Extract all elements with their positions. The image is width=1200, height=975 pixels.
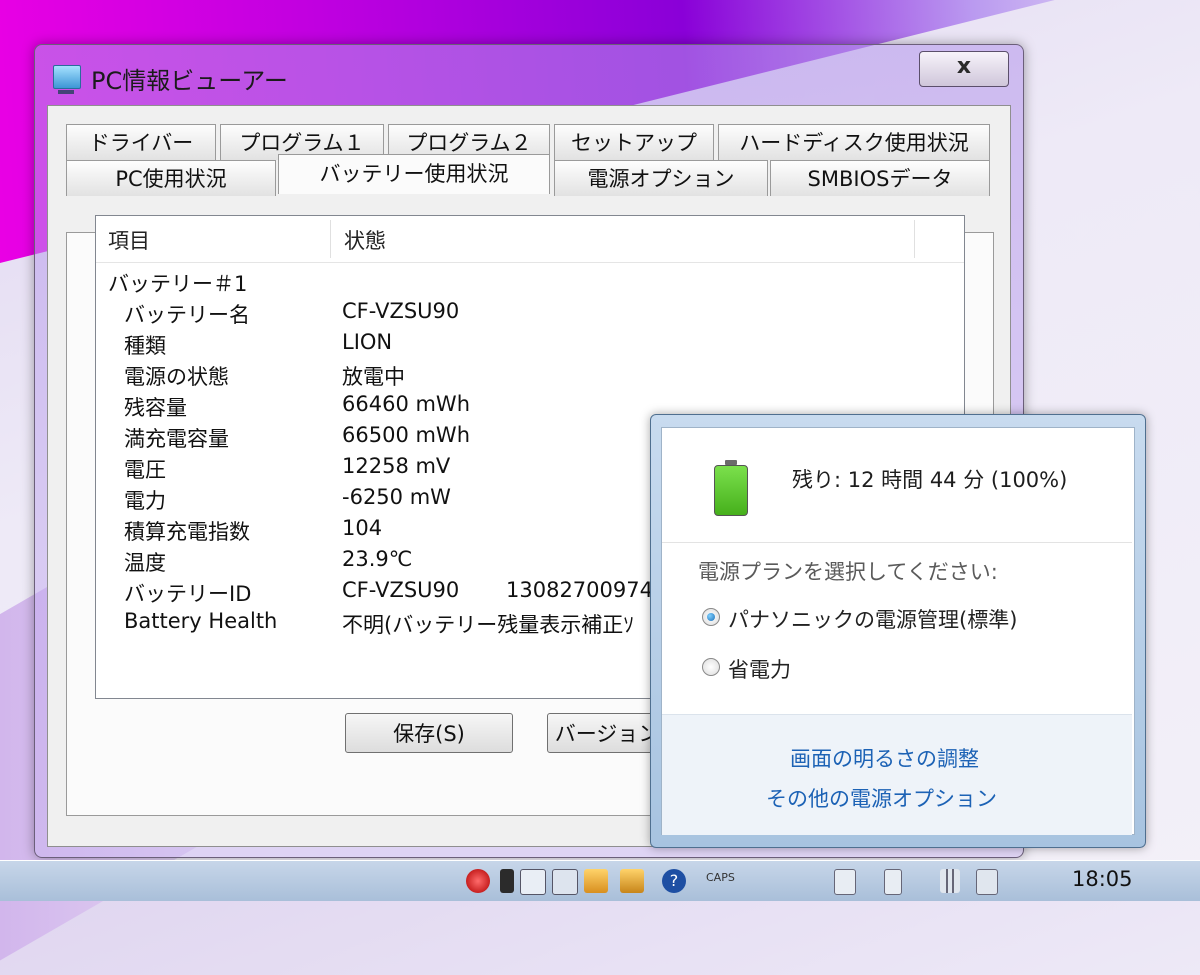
power-flyout: 残り: 12 時間 44 分 (100%) 電源プランを選択してください: パナ…: [650, 414, 1146, 848]
list-item[interactable]: 電源の状態 放電中: [96, 361, 956, 392]
radio-button-icon[interactable]: [702, 658, 720, 676]
flag-icon[interactable]: [500, 869, 514, 893]
title-bar[interactable]: PC情報ビューアー x: [35, 45, 1023, 105]
item-value: 66460 mWh: [342, 392, 471, 416]
tab-setup[interactable]: セットアップ: [554, 124, 714, 160]
folder-icon[interactable]: [620, 869, 644, 893]
item-value: 放電中: [342, 365, 405, 389]
save-button[interactable]: 保存(S): [345, 713, 513, 753]
item-key: 種類: [124, 334, 166, 358]
taskbar: ? CAPS 18:05: [0, 860, 1200, 901]
item-key: 電圧: [124, 458, 166, 482]
radio-button-icon[interactable]: [702, 608, 720, 626]
volume-icon[interactable]: [976, 869, 998, 895]
item-key: 満充電容量: [124, 427, 229, 451]
item-key: 残容量: [124, 396, 187, 420]
flag-tray-icon[interactable]: [834, 869, 856, 895]
window-title: PC情報ビューアー: [91, 67, 288, 95]
tab-battery-usage[interactable]: バッテリー使用状況: [278, 154, 550, 194]
item-key: 電源の状態: [124, 365, 229, 389]
alert-icon[interactable]: [466, 869, 490, 893]
network-icon[interactable]: [940, 869, 960, 893]
battery-remaining-text: 残り: 12 時間 44 分 (100%): [792, 468, 1068, 492]
tab-pc-usage[interactable]: PC使用状況: [66, 160, 276, 196]
item-key: バッテリーID: [124, 582, 252, 606]
tab-drivers[interactable]: ドライバー: [66, 124, 216, 160]
list-header: 項目 状態: [96, 216, 964, 263]
item-key: 積算充電指数: [124, 520, 250, 544]
column-separator[interactable]: [914, 220, 915, 258]
item-key: Battery Health: [124, 609, 278, 633]
taskbar-clock[interactable]: 18:05: [1072, 867, 1133, 891]
version-button[interactable]: バージョン: [547, 713, 667, 753]
tab-power-options[interactable]: 電源オプション: [554, 160, 768, 196]
list-item[interactable]: 種類 LION: [96, 330, 956, 361]
plan-label[interactable]: パナソニックの電源管理(標準): [728, 604, 1017, 634]
item-value: 12258 mV: [342, 454, 451, 478]
battery-fill: [714, 465, 748, 516]
list-item[interactable]: バッテリー名 CF-VZSU90: [96, 299, 956, 330]
keyboard-icon[interactable]: [552, 869, 578, 895]
tab-harddisk-usage[interactable]: ハードディスク使用状況: [718, 124, 990, 160]
app-icon: [53, 65, 81, 94]
item-value: 23.9℃: [342, 547, 413, 571]
item-key: 温度: [124, 551, 166, 575]
item-value: 104: [342, 516, 383, 540]
question-icon[interactable]: ?: [662, 869, 686, 893]
plan-label[interactable]: 省電力: [728, 654, 791, 684]
item-key: 電力: [124, 489, 166, 513]
power-flyout-body: 残り: 12 時間 44 分 (100%) 電源プランを選択してください: パナ…: [661, 427, 1135, 835]
tools-icon[interactable]: [584, 869, 608, 893]
column-separator[interactable]: [330, 220, 331, 258]
battery-icon: [714, 460, 748, 516]
column-header-status[interactable]: 状態: [332, 216, 912, 262]
item-value-extra: 13082700974: [506, 578, 653, 602]
divider: [662, 542, 1132, 543]
battery-tray-icon[interactable]: [884, 869, 902, 895]
item-value: -6250 mW: [342, 485, 451, 509]
link-adjust-brightness[interactable]: 画面の明るさの調整: [790, 743, 979, 773]
item-value: 不明(バッテリー残量表示補正ｿ: [342, 613, 634, 637]
item-value: CF-VZSU90: [342, 578, 460, 602]
item-value: LION: [342, 330, 393, 354]
caps-indicator: CAPS: [706, 871, 735, 884]
flyout-footer: 画面の明るさの調整 その他の電源オプション: [662, 714, 1132, 835]
tab-smbios-data[interactable]: SMBIOSデータ: [770, 160, 990, 196]
column-header-item[interactable]: 項目: [96, 216, 330, 262]
link-more-power-options[interactable]: その他の電源オプション: [766, 783, 997, 813]
input-method-icon[interactable]: [520, 869, 546, 895]
close-button[interactable]: x: [919, 51, 1009, 87]
item-value: 66500 mWh: [342, 423, 471, 447]
item-value: CF-VZSU90: [342, 299, 460, 323]
plan-heading: 電源プランを選択してください:: [698, 560, 998, 584]
group-label: バッテリー＃1: [108, 272, 248, 296]
item-key: バッテリー名: [124, 303, 250, 327]
